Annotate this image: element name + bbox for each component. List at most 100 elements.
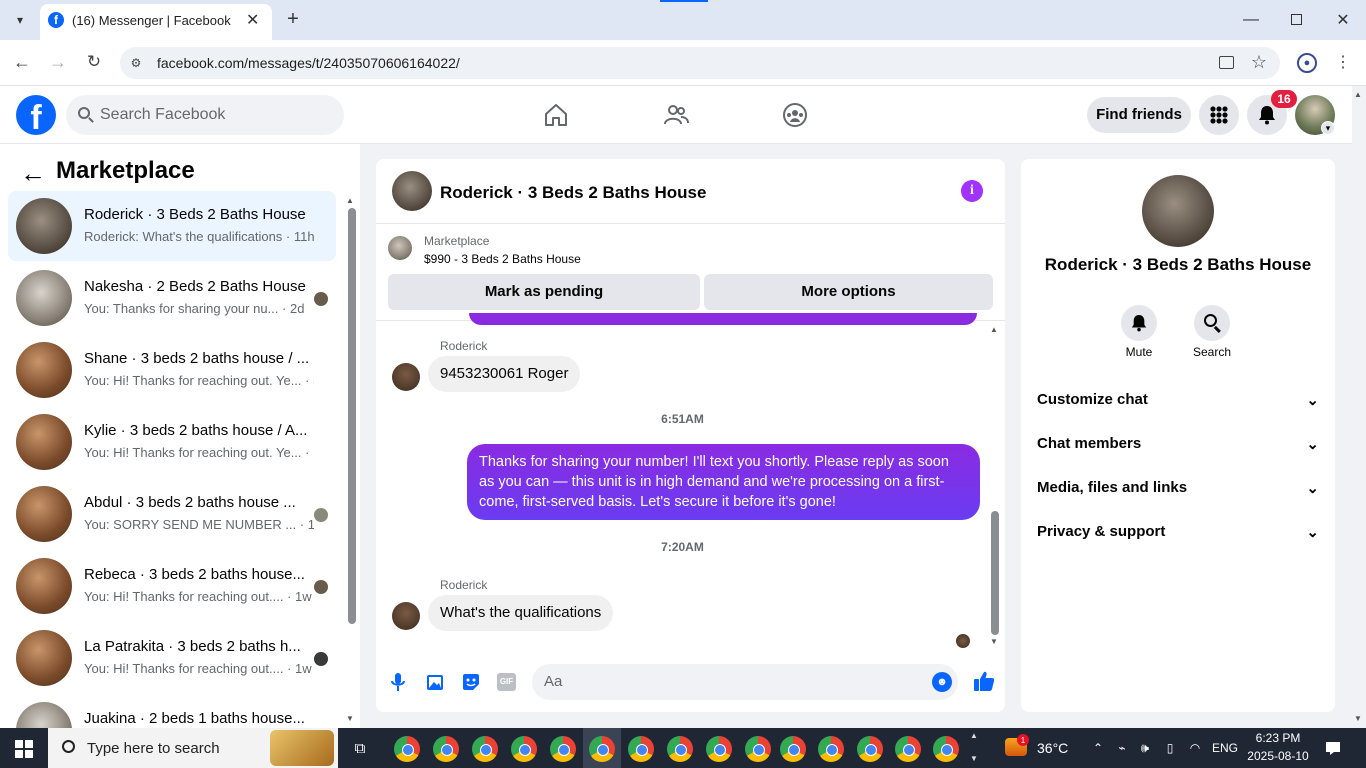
friends-icon[interactable] <box>663 103 689 127</box>
scroll-up-icon[interactable]: ▲ <box>346 196 354 205</box>
taskbar-scroll-up-icon[interactable]: ▲ <box>970 731 978 740</box>
page-scroll-up-icon[interactable]: ▲ <box>1354 90 1362 99</box>
sticker-icon[interactable] <box>461 672 481 692</box>
chat-listing-avatar[interactable] <box>392 171 432 211</box>
chrome-taskbar-icon[interactable] <box>628 736 654 762</box>
emoji-icon[interactable]: ☻ <box>932 672 952 692</box>
chrome-taskbar-icon[interactable] <box>511 736 537 762</box>
conversation-item[interactable]: Juakina · 2 beds 1 baths house... <box>8 695 336 728</box>
battery-icon[interactable]: ▯ <box>1162 740 1178 756</box>
groups-icon[interactable] <box>782 102 808 128</box>
install-app-icon[interactable] <box>1219 56 1234 69</box>
conversation-item[interactable]: Roderick · 3 Beds 2 Baths House Roderick… <box>8 191 336 261</box>
site-info-icon[interactable]: ⚙ <box>128 55 144 71</box>
conversation-item[interactable]: Rebeca · 3 beds 2 baths house... You: Hi… <box>8 551 336 621</box>
taskbar-search-box[interactable]: Type here to search <box>48 728 338 768</box>
info-name: Roderick · 3 Beds 2 Baths House <box>1044 255 1312 274</box>
conversation-item[interactable]: Nakesha · 2 Beds 2 Baths House You: Than… <box>8 263 336 333</box>
task-view-icon[interactable]: ⧉ <box>350 738 370 758</box>
forward-icon[interactable]: → <box>48 52 68 72</box>
customize-chat-section[interactable]: Customize chat ⌄ <box>1037 391 1319 415</box>
temperature[interactable]: 36°C <box>1037 740 1068 756</box>
mute-button[interactable] <box>1121 305 1157 341</box>
clock-date[interactable]: 2025-08-10 <box>1245 749 1311 763</box>
more-options-button[interactable]: More options <box>704 274 993 310</box>
conversation-item[interactable]: Kylie · 3 beds 2 baths house / A... You:… <box>8 407 336 477</box>
power-plug-icon[interactable]: ⌁ <box>1114 740 1130 756</box>
facebook-logo[interactable]: f <box>16 95 56 135</box>
conversation-item[interactable]: Shane · 3 beds 2 baths house / ... You: … <box>8 335 336 405</box>
info-icon[interactable]: i <box>961 180 983 202</box>
thumbs-up-icon[interactable] <box>973 670 995 692</box>
sender-avatar[interactable] <box>392 363 420 391</box>
account-chevron-icon[interactable]: ▾ <box>1321 121 1335 135</box>
chrome-taskbar-icon[interactable] <box>472 736 498 762</box>
new-tab-icon[interactable]: + <box>282 8 304 30</box>
chrome-taskbar-icon[interactable] <box>745 736 771 762</box>
chat-title[interactable]: Roderick · 3 Beds 2 Baths House <box>440 183 706 203</box>
scroll-up-icon[interactable]: ▲ <box>990 325 998 334</box>
chrome-taskbar-icon[interactable] <box>818 736 844 762</box>
windows-start-icon[interactable] <box>15 740 33 758</box>
window-close-icon[interactable]: ✕ <box>1333 10 1353 30</box>
find-friends-button[interactable]: Find friends <box>1087 97 1191 133</box>
photo-icon[interactable] <box>425 672 445 692</box>
chrome-taskbar-icon[interactable] <box>394 736 420 762</box>
chrome-taskbar-icon[interactable] <box>550 736 576 762</box>
chrome-taskbar-icon[interactable] <box>589 736 615 762</box>
omnibox[interactable]: ⚙ facebook.com/messages/t/24035070606164… <box>120 47 1280 79</box>
conversation-item[interactable]: La Patrakita · 3 beds 2 baths h... You: … <box>8 623 336 693</box>
home-icon[interactable] <box>543 103 569 127</box>
outgoing-message[interactable]: Thanks for sharing your number! I'll tex… <box>467 444 980 520</box>
tab-list-icon[interactable]: ▾ <box>8 8 32 32</box>
chrome-taskbar-icon[interactable] <box>895 736 921 762</box>
notification-center-icon[interactable] <box>1325 740 1341 756</box>
profile-icon[interactable]: ● <box>1297 53 1317 73</box>
conversation-item[interactable]: Abdul · 3 beds 2 baths house ... You: SO… <box>8 479 336 549</box>
microphone-icon[interactable] <box>390 672 406 692</box>
tab-close-icon[interactable]: ✕ <box>246 10 259 30</box>
minimize-icon[interactable]: — <box>1240 10 1262 30</box>
bookmark-star-icon[interactable]: ☆ <box>1250 52 1268 72</box>
listing-price-title[interactable]: $990 - 3 Beds 2 Baths House <box>424 252 581 266</box>
volume-icon[interactable]: 🕪 <box>1137 740 1153 756</box>
chrome-taskbar-icon[interactable] <box>667 736 693 762</box>
chrome-taskbar-icon[interactable] <box>857 736 883 762</box>
scroll-down-icon[interactable]: ▼ <box>990 637 998 646</box>
privacy-support-section[interactable]: Privacy & support ⌄ <box>1037 523 1319 547</box>
restore-icon[interactable] <box>1291 14 1302 25</box>
chrome-taskbar-icon[interactable] <box>706 736 732 762</box>
url-text[interactable]: facebook.com/messages/t/2403507060616402… <box>157 55 460 71</box>
search-in-conversation-button[interactable] <box>1194 305 1230 341</box>
clock-time[interactable]: 6:23 PM <box>1245 731 1311 745</box>
mark-as-pending-button[interactable]: Mark as pending <box>388 274 700 310</box>
page-scroll-down-icon[interactable]: ▼ <box>1354 714 1362 723</box>
chrome-taskbar-icon[interactable] <box>780 736 806 762</box>
chrome-taskbar-icon[interactable] <box>433 736 459 762</box>
menu-button[interactable] <box>1199 95 1239 135</box>
sender-avatar[interactable] <box>392 602 420 630</box>
chrome-menu-icon[interactable]: ⋮ <box>1335 52 1351 72</box>
reload-icon[interactable]: ↻ <box>84 52 104 72</box>
listing-photo[interactable] <box>1142 175 1214 247</box>
taskbar-scroll-down-icon[interactable]: ▼ <box>970 754 978 763</box>
wifi-icon[interactable]: ◠ <box>1187 740 1203 756</box>
language-indicator[interactable]: ENG <box>1212 741 1238 755</box>
gif-icon[interactable]: GIF <box>497 673 516 691</box>
seen-avatar <box>314 580 328 594</box>
chat-scrollbar[interactable] <box>991 511 999 635</box>
scroll-down-icon[interactable]: ▼ <box>346 714 354 723</box>
chat-members-section[interactable]: Chat members ⌄ <box>1037 435 1319 459</box>
show-hidden-icons-icon[interactable]: ⌃ <box>1091 738 1105 758</box>
incoming-message[interactable]: What's the qualifications <box>428 595 614 631</box>
chrome-taskbar-icon[interactable] <box>933 736 959 762</box>
incoming-message[interactable]: 9453230061 Roger <box>428 356 581 392</box>
message-input[interactable]: Aa ☻ <box>532 664 958 700</box>
back-arrow-icon[interactable]: ← <box>20 158 46 189</box>
tab-title: (16) Messenger | Facebook <box>72 13 231 28</box>
sidebar-scrollbar[interactable] <box>348 208 356 624</box>
facebook-search-input[interactable]: Search Facebook <box>66 95 344 135</box>
browser-tab[interactable]: f (16) Messenger | Facebook ✕ <box>40 4 272 40</box>
back-icon[interactable]: ← <box>12 52 32 72</box>
media-files-links-section[interactable]: Media, files and links ⌄ <box>1037 479 1319 503</box>
